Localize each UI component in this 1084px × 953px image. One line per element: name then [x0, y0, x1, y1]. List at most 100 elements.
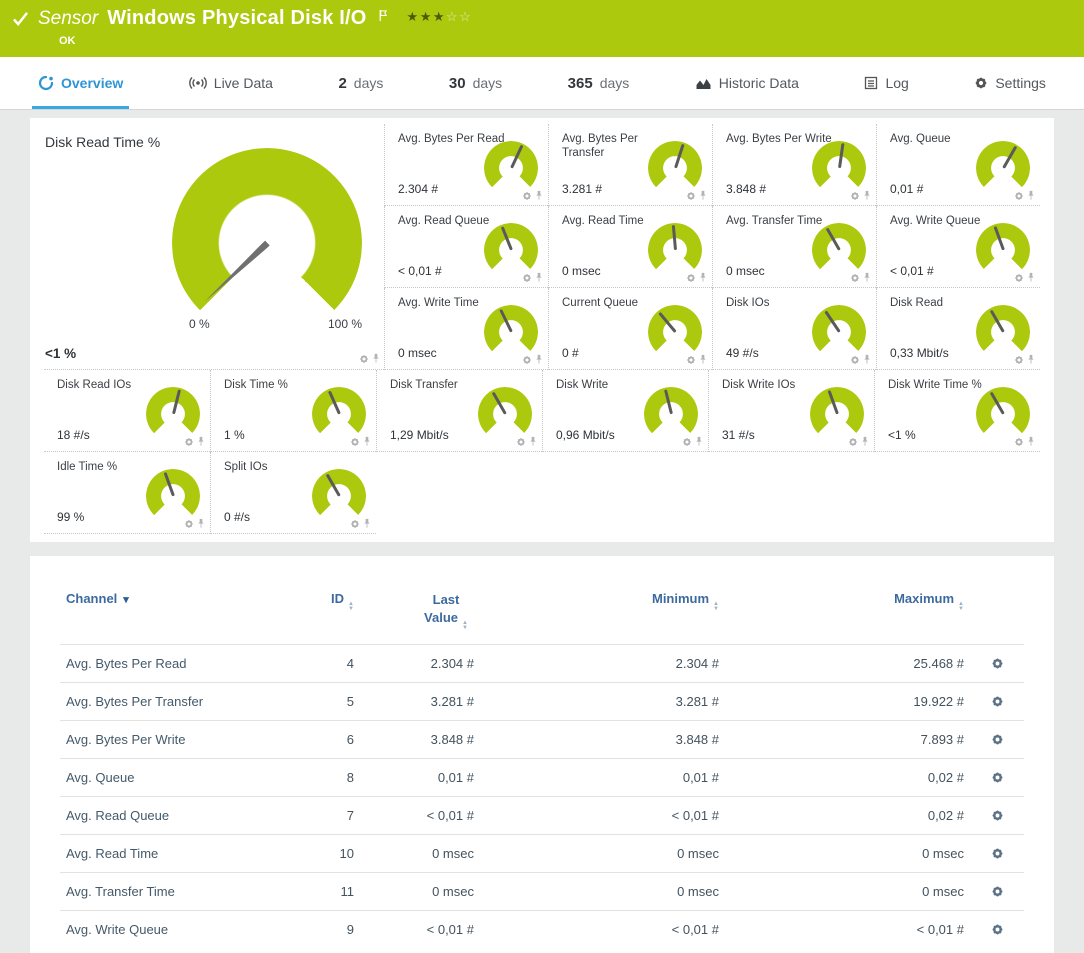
tab-2-days[interactable]: 2days — [332, 57, 389, 109]
gear-icon[interactable] — [522, 355, 532, 365]
sort-icon: ▲▼ — [713, 602, 719, 611]
gauge-value: 0 # — [562, 346, 579, 360]
pin-icon[interactable] — [197, 518, 205, 529]
col-minimum[interactable]: Minimum▲▼ — [480, 582, 725, 645]
gauge — [976, 141, 1030, 195]
channel-settings-gear-icon[interactable] — [976, 657, 1018, 670]
gauge-value: <1 % — [888, 428, 916, 442]
pin-icon[interactable] — [699, 272, 707, 283]
col-last-value[interactable]: Last Value▲▼ — [360, 582, 480, 645]
pin-icon[interactable] — [1027, 436, 1035, 447]
gear-icon[interactable] — [184, 437, 194, 447]
channel-settings-gear-icon[interactable] — [976, 695, 1018, 708]
channel-name: Avg. Queue — [60, 759, 290, 797]
gear-icon[interactable] — [359, 354, 369, 364]
gear-icon[interactable] — [1014, 355, 1024, 365]
channel-maximum: 25.468 # — [725, 645, 970, 683]
gauge-channel-label: Disk Read — [890, 296, 943, 310]
gear-icon[interactable] — [848, 437, 858, 447]
channel-settings-gear-icon[interactable] — [976, 733, 1018, 746]
tab-historic-data[interactable]: Historic Data — [689, 57, 805, 109]
channel-settings-gear-icon[interactable] — [976, 771, 1018, 784]
gear-icon[interactable] — [686, 355, 696, 365]
gauge-channel-label: Avg. Read Queue — [398, 214, 489, 228]
pin-icon[interactable] — [863, 190, 871, 201]
tab-30-days[interactable]: 30days — [443, 57, 508, 109]
channel-minimum: 0 msec — [480, 873, 725, 911]
pin-icon[interactable] — [363, 436, 371, 447]
col-channel[interactable]: Channel▾ — [60, 582, 290, 645]
pin-icon[interactable] — [535, 190, 543, 201]
gauge-value: 3.281 # — [562, 182, 602, 196]
gear-icon[interactable] — [686, 273, 696, 283]
gauge-channel-label: Split IOs — [224, 460, 267, 474]
main-gauge: 0 % 100 % — [172, 148, 362, 338]
channel-id: 9 — [290, 911, 360, 949]
gauge-cell: Idle Time %99 % — [44, 452, 210, 534]
pin-icon[interactable] — [529, 436, 537, 447]
gear-icon[interactable] — [184, 519, 194, 529]
col-id[interactable]: ID▲▼ — [290, 582, 360, 645]
gear-icon[interactable] — [350, 519, 360, 529]
gear-icon[interactable] — [1014, 191, 1024, 201]
pin-icon[interactable] — [863, 354, 871, 365]
channel-id: 11 — [290, 873, 360, 911]
tab-live-data-label: Live Data — [214, 75, 273, 91]
priority-stars[interactable]: ★★★☆☆ — [407, 9, 473, 25]
pin-icon[interactable] — [535, 354, 543, 365]
channel-last-value: 0 msec — [360, 873, 480, 911]
gear-icon[interactable] — [850, 355, 860, 365]
gauge-channel-label: Avg. Write Queue — [890, 214, 980, 228]
stars-filled: ★★★ — [407, 9, 446, 24]
gear-icon[interactable] — [850, 191, 860, 201]
log-icon — [864, 76, 878, 90]
gear-icon[interactable] — [522, 191, 532, 201]
channel-settings-gear-icon[interactable] — [976, 809, 1018, 822]
gauge-value: 0,01 # — [890, 182, 923, 196]
channel-settings-gear-icon[interactable] — [976, 923, 1018, 936]
gauge — [312, 387, 366, 441]
tab-log[interactable]: Log — [858, 57, 914, 109]
pin-icon[interactable] — [197, 436, 205, 447]
pin-icon[interactable] — [372, 353, 380, 364]
gauge-value: 31 #/s — [722, 428, 755, 442]
tab-overview[interactable]: Overview — [32, 57, 129, 109]
channel-settings-gear-icon[interactable] — [976, 847, 1018, 860]
pin-icon[interactable] — [861, 436, 869, 447]
channel-settings-gear-icon[interactable] — [976, 885, 1018, 898]
gear-icon[interactable] — [1014, 273, 1024, 283]
col-id-label: ID — [331, 591, 344, 606]
tab-settings[interactable]: Settings — [968, 57, 1052, 109]
gear-icon[interactable] — [522, 273, 532, 283]
gauge — [648, 141, 702, 195]
sensor-type-label: Sensor — [38, 8, 98, 30]
gear-icon[interactable] — [850, 273, 860, 283]
gear-icon[interactable] — [686, 191, 696, 201]
pin-icon[interactable] — [1027, 354, 1035, 365]
pin-icon[interactable] — [699, 190, 707, 201]
tab-live-data[interactable]: Live Data — [183, 57, 279, 109]
channel-maximum: 0 msec — [725, 835, 970, 873]
channel-id: 8 — [290, 759, 360, 797]
tab-365-days[interactable]: 365days — [562, 57, 636, 109]
pin-icon[interactable] — [363, 518, 371, 529]
channel-name: Avg. Bytes Per Write — [60, 721, 290, 759]
col-maximum[interactable]: Maximum▲▼ — [725, 582, 970, 645]
pin-icon[interactable] — [699, 354, 707, 365]
pin-icon[interactable] — [863, 272, 871, 283]
gauge — [478, 387, 532, 441]
gauge — [146, 469, 200, 523]
channel-name: Avg. Read Time — [60, 835, 290, 873]
pin-icon[interactable] — [535, 272, 543, 283]
table-row: Avg. Transfer Time110 msec0 msec0 msec — [60, 873, 1024, 911]
gear-icon[interactable] — [350, 437, 360, 447]
gear-icon[interactable] — [682, 437, 692, 447]
flag-icon[interactable] — [378, 9, 388, 27]
gear-icon[interactable] — [516, 437, 526, 447]
gear-icon[interactable] — [1014, 437, 1024, 447]
channel-maximum: 0,02 # — [725, 797, 970, 835]
pin-icon[interactable] — [1027, 272, 1035, 283]
gauge-value: 1,29 Mbit/s — [390, 428, 449, 442]
pin-icon[interactable] — [1027, 190, 1035, 201]
pin-icon[interactable] — [695, 436, 703, 447]
